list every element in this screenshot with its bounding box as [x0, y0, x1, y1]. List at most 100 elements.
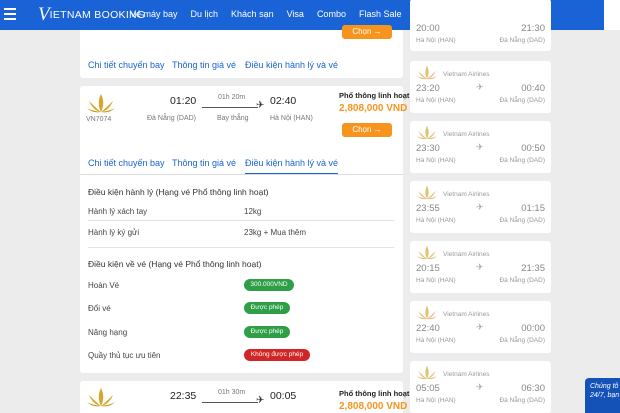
route-line [202, 107, 258, 108]
alt-arrive-airport: Đà Nẵng (DAD) [499, 277, 545, 284]
select-button[interactable]: Chọn → [342, 123, 392, 137]
alt-depart-time: 05:05 [416, 383, 440, 394]
alt-arrive-time: 21:30 [521, 23, 545, 34]
nav-combo[interactable]: Combo [317, 9, 346, 19]
logo-mark: V [38, 4, 50, 25]
plane-icon: ✈ [256, 100, 265, 111]
carry-on-value: 12kg [244, 207, 262, 216]
flight-card-previous: Chọn → Chi tiết chuyến bay Thông tin giá… [80, 25, 403, 78]
arrive-time: 00:05 [270, 390, 297, 402]
alt-arrive-airport: Đà Nẵng (DAD) [499, 337, 545, 344]
alt-arrive-airport: Đà Nẵng (DAD) [499, 97, 545, 104]
depart-time: 22:35 [170, 390, 197, 402]
row-divider [88, 220, 394, 221]
depart-time: 01:20 [170, 95, 197, 107]
fare-class: Phổ thông linh hoạt [339, 389, 410, 398]
menu-icon[interactable] [4, 8, 16, 20]
plane-icon: ✈ [476, 82, 484, 92]
vietnam-airlines-logo [416, 305, 438, 320]
baggage-title: Điều kiện hành lý (Hạng vé Phổ thông lin… [88, 187, 269, 197]
vietnam-airlines-logo [416, 125, 438, 140]
alt-arrive-airport: Đà Nẵng (DAD) [499, 397, 545, 404]
plane-icon: ✈ [476, 142, 484, 152]
alt-flight-card[interactable]: Vietnam Airlines 23:30 ✈ 00:50 Hà Nội (HAN) Đ… [410, 121, 551, 173]
vietnam-airlines-logo [87, 388, 115, 407]
vietnam-airlines-logo [416, 245, 438, 260]
tab-baggage-conditions[interactable]: Điều kiện hành lý và vé [245, 158, 339, 175]
alt-depart-time: 22:40 [416, 323, 440, 334]
chat-text-line2: 24/7, bạn c [590, 392, 620, 399]
alt-arrive-time: 06:30 [521, 383, 545, 394]
alt-arrive-time: 21:35 [521, 263, 545, 274]
change-badge: Được phép [244, 302, 290, 314]
alt-arrive-airport: Đà Nẵng (DAD) [499, 157, 545, 164]
tab-baggage-conditions[interactable]: Điều kiện hành lý và vé [245, 60, 338, 70]
upgrade-badge: Được phép [244, 326, 290, 338]
price: 2,808,000 VND [339, 103, 408, 114]
refund-label: Hoàn Vé [88, 281, 120, 290]
alt-airline: Vietnam Airlines [443, 251, 490, 258]
nav-flights[interactable]: Vé máy bay [130, 9, 178, 19]
alt-depart-airport: Hà Nội (HAN) [416, 397, 456, 404]
select-button[interactable]: Chọn → [342, 25, 392, 39]
change-label: Đổi vé [88, 304, 111, 313]
nav-hotels[interactable]: Khách sạn [231, 9, 274, 19]
alt-flight-card[interactable]: Vietnam Airlines 23:55 ✈ 01:15 Hà Nội (HAN) Đ… [410, 181, 551, 233]
alt-flight-card[interactable]: Vietnam Airlines 20:15 ✈ 21:35 Hà Nội (HAN) Đ… [410, 241, 551, 293]
tab-fare-info[interactable]: Thông tin giá vé [172, 60, 236, 70]
checked-baggage-label: Hành lý ký gửi [88, 228, 140, 237]
alt-depart-airport: Hà Nội (HAN) [416, 277, 456, 284]
duration: 01h 30m [218, 389, 246, 396]
arrive-time: 02:40 [270, 95, 297, 107]
section-divider [88, 247, 394, 248]
upgrade-label: Nâng hạng [88, 328, 128, 337]
alt-depart-airport: Hà Nội (HAN) [416, 37, 456, 44]
alt-depart-time: 20:00 [416, 23, 440, 34]
tab-flight-details[interactable]: Chi tiết chuyến bay [88, 60, 165, 70]
nav-visa[interactable]: Visa [287, 9, 304, 19]
alt-airline: Vietnam Airlines [443, 311, 490, 318]
top-right-box [604, 0, 620, 30]
plane-icon: ✈ [476, 262, 484, 272]
flight-card-main: VN7074 01:20 01h 20m ✈ 02:40 Đà Nẵng (DA… [80, 86, 409, 373]
alt-arrive-time: 00:50 [521, 143, 545, 154]
nav-travel[interactable]: Du lịch [191, 9, 219, 19]
alt-arrive-time: 00:00 [521, 323, 545, 334]
vietnam-airlines-logo [416, 65, 438, 80]
alt-airline: Vietnam Airlines [443, 71, 490, 78]
arrive-airport: Hà Nội (HAN) [270, 115, 313, 122]
alt-depart-time: 20:15 [416, 263, 440, 274]
alt-depart-time: 23:30 [416, 143, 440, 154]
alt-depart-time: 23:20 [416, 83, 440, 94]
plane-icon: ✈ [476, 322, 484, 332]
alt-airline: Vietnam Airlines [443, 191, 490, 198]
alt-depart-airport: Hà Nội (HAN) [416, 157, 456, 164]
alt-flight-card[interactable]: 20:00 21:30 Hà Nội (HAN) Đà Nẵng (DAD) [410, 0, 551, 51]
stops: Bay thẳng [217, 115, 249, 122]
alt-flight-card[interactable]: Vietnam Airlines 22:40 ✈ 00:00 Hà Nội (HAN) Đ… [410, 301, 551, 353]
nav-flash-sale[interactable]: Flash Sale [359, 9, 402, 19]
flight-card-next: 22:35 01h 30m ✈ 00:05 Phổ thông linh hoạ… [80, 381, 409, 413]
chat-widget[interactable]: Chúng tô 24/7, bạn c [585, 378, 620, 413]
priority-checkin-badge: Không được phép [244, 349, 310, 361]
tab-fare-info[interactable]: Thông tin giá vé [172, 158, 236, 168]
alt-airline: Vietnam Airlines [443, 131, 490, 138]
alt-arrive-time: 01:15 [521, 203, 545, 214]
vietnam-airlines-logo [416, 185, 438, 200]
tab-flight-details[interactable]: Chi tiết chuyến bay [88, 158, 165, 168]
plane-icon: ✈ [476, 202, 484, 212]
depart-airport: Đà Nẵng (DAD) [147, 115, 197, 122]
fare-class: Phổ thông linh hoạt [339, 91, 410, 100]
plane-icon: ✈ [476, 382, 484, 392]
ticket-title: Điều kiện về vé (Hạng vé Phổ thông linh … [88, 259, 262, 269]
refund-badge: 300.000VND [244, 279, 294, 291]
vietnam-airlines-logo [416, 365, 438, 380]
alt-depart-airport: Hà Nội (HAN) [416, 217, 456, 224]
vietnam-airlines-logo [87, 94, 115, 113]
alt-arrive-time: 00:40 [521, 83, 545, 94]
alt-flight-card[interactable]: Vietnam Airlines 05:05 ✈ 06:30 Hà Nội (HAN) Đ… [410, 361, 551, 413]
alt-arrive-airport: Đà Nẵng (DAD) [499, 37, 545, 44]
alt-flight-card[interactable]: Vietnam Airlines 23:20 ✈ 00:40 Hà Nội (HAN) Đ… [410, 61, 551, 113]
alt-depart-airport: Hà Nội (HAN) [416, 337, 456, 344]
main-nav: Vé máy bay Du lịch Khách sạn Visa Combo … [130, 9, 414, 19]
